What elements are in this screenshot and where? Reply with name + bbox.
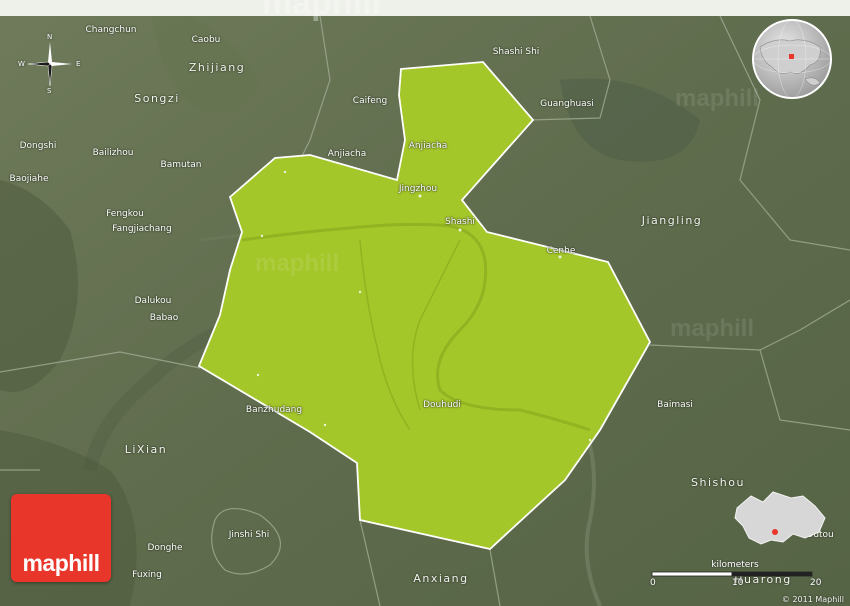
province-inset-map <box>734 491 826 545</box>
place-label-songzi: Songzi <box>134 92 180 105</box>
globe-locator-icon <box>752 19 832 99</box>
watermark: maphill <box>675 85 760 112</box>
place-label-anjiacha-city: Anjiacha <box>408 141 448 151</box>
place-label-bamutan: Bamutan <box>160 160 202 170</box>
place-label-zhijiang: Zhijiang <box>188 61 246 74</box>
compass-west: W <box>18 60 25 68</box>
place-label-guanghuasi: Guanghuasi <box>540 99 594 109</box>
place-label-dongshi: Dongshi <box>19 141 57 151</box>
scale-tick-10: 10 <box>732 578 744 588</box>
scale-bar: kilometers 0 10 20 <box>650 558 822 588</box>
place-label-douhudi: Douhudi <box>423 400 461 410</box>
compass-south: S <box>47 87 52 95</box>
scale-tick-20: 20 <box>810 578 822 588</box>
place-label-anjiacha: Anjiacha <box>327 149 367 159</box>
place-label-banzhudang: Banzhudang <box>245 405 303 415</box>
place-label-shashi: Shashi <box>445 217 475 227</box>
place-label-lixian: LiXian <box>124 443 168 456</box>
place-label-jingzhou: Jingzhou <box>398 184 438 194</box>
maphill-logo[interactable]: maphill <box>11 494 112 595</box>
place-label-changchun: Changchun <box>85 25 137 35</box>
place-label-shishou: Shishou <box>691 476 745 489</box>
place-label-babao: Babao <box>149 313 179 323</box>
scale-tick-0: 0 <box>650 578 656 588</box>
place-label-jinshi-shi: Jinshi Shi <box>228 530 270 540</box>
copyright-text: © 2011 Maphill <box>781 595 844 604</box>
place-label-cenhe: Cenhe <box>546 246 576 256</box>
place-label-baimasi: Baimasi <box>657 400 693 410</box>
place-label-donghe: Donghe <box>147 543 183 553</box>
place-label-anxiang: Anxiang <box>413 572 469 585</box>
place-label-dalukou: Dalukou <box>134 296 172 306</box>
place-label-baojiahe: Baojiahe <box>9 174 49 184</box>
place-label-fengkou: Fengkou <box>106 209 144 219</box>
watermark-top: maphill <box>262 0 382 22</box>
compass-east: E <box>76 60 81 68</box>
place-label-caobu: Caobu <box>191 35 221 45</box>
compass-north: N <box>47 33 53 41</box>
watermark: maphill <box>670 315 755 342</box>
place-label-fuxing: Fuxing <box>132 570 162 580</box>
map-canvas[interactable]: maphill maphill maphill maphill N S W E … <box>0 0 850 606</box>
place-label-fangjiachang: Fangjiachang <box>112 224 172 234</box>
place-label-caifeng: Caifeng <box>352 96 388 106</box>
place-label-jiangling: Jiangling <box>641 214 703 227</box>
place-label-bailizhou: Bailizhou <box>92 148 134 158</box>
logo-text: maphill <box>22 550 100 576</box>
watermark: maphill <box>255 250 340 277</box>
place-label-shashi-shi: Shashi Shi <box>492 47 540 57</box>
